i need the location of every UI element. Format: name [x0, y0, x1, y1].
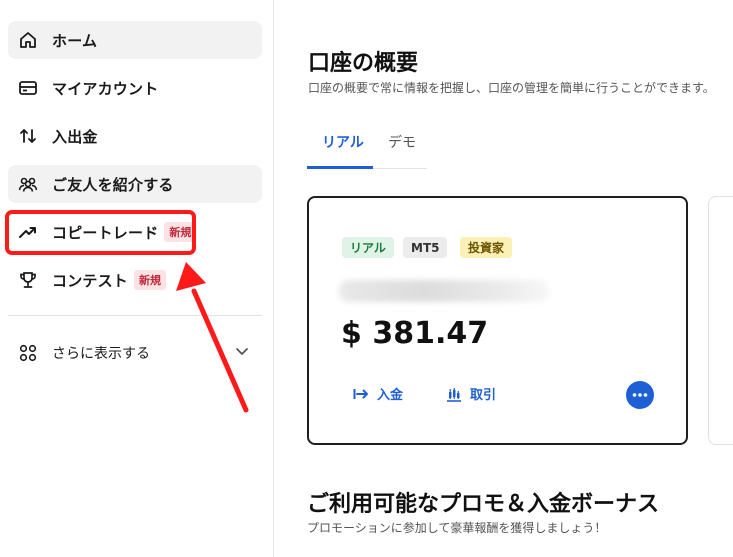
account-type-tag: リアル	[342, 237, 394, 258]
sidebar-item-label: マイアカウント	[52, 79, 159, 98]
deposit-label: 入金	[377, 388, 404, 403]
sidebar-item-refer-friend[interactable]: ご友人を紹介する	[8, 165, 262, 203]
tab-real[interactable]: リアル	[322, 132, 364, 152]
sidebar-show-more[interactable]: さらに表示する	[8, 334, 262, 372]
sidebar-item-contest[interactable]: コンテスト 新規	[8, 261, 262, 299]
sidebar-item-label: ホーム	[52, 31, 98, 50]
home-icon	[18, 30, 38, 50]
sidebar-item-home[interactable]: ホーム	[8, 21, 262, 59]
ellipsis-icon	[632, 393, 648, 397]
active-tab-indicator	[307, 166, 373, 169]
page-subtitle: 口座の概要で常に情報を把握し、口座の管理を簡単に行うことができます。	[308, 81, 715, 95]
sidebar: ホーム マイアカウント 入出金 ご友人を紹介する コピートレード 新規 コンテス…	[0, 0, 274, 557]
sidebar-item-deposit-withdraw[interactable]: 入出金	[8, 117, 262, 155]
chevron-down-icon[interactable]	[234, 343, 250, 363]
main-content: 口座の概要 口座の概要で常に情報を把握し、口座の管理を簡単に行うことができます。…	[275, 0, 733, 557]
deposit-icon	[353, 388, 368, 399]
sidebar-item-my-account[interactable]: マイアカウント	[8, 69, 262, 107]
blurred-account-number	[339, 280, 549, 302]
platform-tag: MT5	[403, 237, 448, 258]
new-badge: 新規	[164, 222, 197, 242]
trade-label: 取引	[470, 388, 497, 403]
grid-icon	[18, 343, 38, 363]
page-title: 口座の概要	[308, 51, 419, 76]
tab-divider	[373, 168, 427, 169]
sidebar-divider	[8, 315, 262, 316]
wallet-icon	[18, 78, 38, 98]
deposit-button[interactable]: 入金	[353, 384, 403, 403]
sidebar-item-label: ご友人を紹介する	[52, 175, 174, 194]
promo-subtitle: プロモーションに参加して豪華報酬を獲得しましょう！	[307, 521, 607, 535]
people-icon	[18, 174, 38, 194]
trade-button[interactable]: 取引	[446, 384, 496, 403]
new-badge: 新規	[134, 270, 167, 290]
candlestick-icon	[447, 387, 461, 402]
show-more-label: さらに表示する	[52, 346, 150, 362]
investor-tag: 投資家	[460, 237, 513, 258]
transfer-icon	[18, 126, 38, 146]
sidebar-item-label: コンテスト	[52, 271, 129, 290]
promo-title: ご利用可能なプロモ＆入金ボーナス	[307, 492, 660, 517]
account-card[interactable]: リアル MT5 投資家 $ 381.47 入金 取引	[307, 196, 688, 445]
more-options-button[interactable]	[626, 381, 654, 409]
account-balance: $ 381.47	[341, 316, 489, 351]
trend-up-icon	[18, 222, 38, 242]
next-account-card[interactable]	[708, 196, 733, 445]
tab-demo[interactable]: デモ	[388, 132, 416, 152]
trophy-icon	[18, 270, 38, 290]
sidebar-item-label: 入出金	[52, 127, 98, 146]
sidebar-item-copy-trade[interactable]: コピートレード 新規	[8, 213, 262, 251]
sidebar-item-label: コピートレード	[52, 223, 159, 242]
